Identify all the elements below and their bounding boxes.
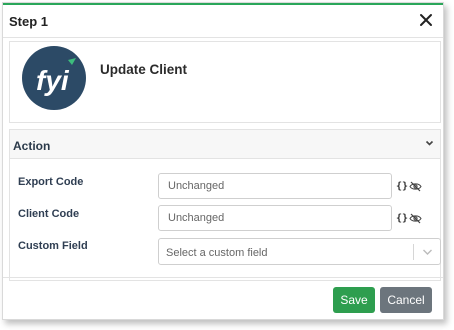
step-name: Update Client — [100, 62, 188, 77]
braces-icon[interactable]: {} — [396, 213, 408, 224]
export-code-input[interactable] — [158, 173, 392, 199]
fyi-logo-icon: fyi — [36, 58, 76, 96]
braces-icon[interactable]: {} — [396, 181, 408, 192]
client-code-input[interactable] — [158, 205, 392, 231]
dialog-title: Step 1 — [9, 14, 49, 29]
chevron-down-icon[interactable] — [422, 248, 433, 256]
client-code-actions: {} — [396, 213, 422, 224]
dialog-footer: Save Cancel — [3, 277, 443, 319]
step-dialog: Step 1 fyi Update Client Action Export C… — [2, 2, 444, 320]
chevron-down-icon — [425, 140, 434, 146]
svg-text:fyi: fyi — [36, 65, 70, 96]
client-code-label: Client Code — [18, 208, 80, 220]
fyi-logo: fyi — [22, 46, 86, 110]
eye-slash-icon[interactable] — [409, 213, 422, 224]
action-title: Action — [13, 139, 51, 153]
custom-field-select[interactable]: Select a custom field — [158, 238, 441, 265]
action-section-header[interactable]: Action — [10, 130, 440, 159]
export-code-label: Export Code — [18, 176, 84, 188]
step-summary-card: fyi Update Client — [9, 41, 441, 123]
eye-slash-icon[interactable] — [409, 181, 422, 192]
custom-field-label: Custom Field — [18, 240, 88, 252]
select-separator — [413, 244, 414, 260]
close-icon[interactable] — [417, 11, 435, 29]
save-button[interactable]: Save — [333, 287, 375, 313]
cancel-button[interactable]: Cancel — [380, 287, 432, 313]
custom-field-placeholder: Select a custom field — [166, 247, 268, 259]
export-code-actions: {} — [396, 181, 422, 192]
action-card: Action Export Code {} Client Code {} — [9, 129, 441, 281]
dialog-header: Step 1 — [3, 5, 443, 38]
